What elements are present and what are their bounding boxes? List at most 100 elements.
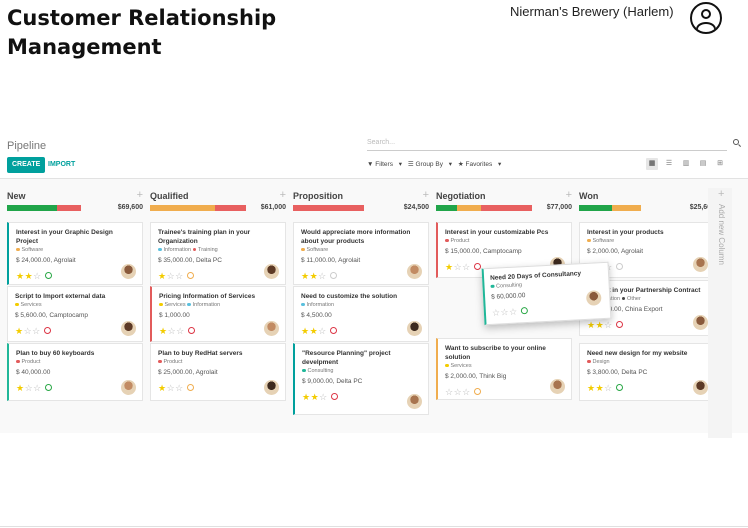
group-by-dropdown[interactable]: ☰ Group By ▾ xyxy=(408,161,452,168)
star-icon[interactable]: ★ xyxy=(587,383,596,393)
list-icon[interactable]: ☰ xyxy=(663,158,675,170)
avatar[interactable] xyxy=(264,321,279,336)
activity-icon[interactable] xyxy=(615,321,623,328)
progress-bar[interactable] xyxy=(436,205,532,211)
activity-icon[interactable] xyxy=(187,327,195,334)
activity-icon[interactable] xyxy=(473,388,481,395)
star-icon[interactable]: ☆ xyxy=(176,326,185,336)
activity-icon[interactable] xyxy=(43,327,51,334)
star-icon[interactable]: ★ xyxy=(158,271,167,281)
priority-stars[interactable]: ★★☆ xyxy=(587,320,613,330)
progress-segment[interactable] xyxy=(579,205,612,211)
create-button[interactable]: CREATE xyxy=(7,157,46,173)
favorites-dropdown[interactable]: ★ Favorites ▾ xyxy=(458,161,501,168)
progress-segment[interactable] xyxy=(457,205,482,211)
star-icon[interactable]: ☆ xyxy=(604,383,613,393)
star-icon[interactable]: ★ xyxy=(301,326,310,336)
priority-stars[interactable]: ★☆☆ xyxy=(445,262,471,272)
activity-icon[interactable] xyxy=(330,393,338,400)
star-icon[interactable]: ☆ xyxy=(319,392,328,402)
add-card-icon[interactable]: + xyxy=(423,189,429,201)
avatar[interactable] xyxy=(407,321,422,336)
star-icon[interactable]: ☆ xyxy=(318,326,327,336)
kanban-card[interactable]: Want to subscribe to your online solutio… xyxy=(436,338,572,400)
avatar[interactable] xyxy=(407,264,422,279)
avatar[interactable] xyxy=(121,264,136,279)
add-card-icon[interactable]: + xyxy=(280,189,286,201)
kanban-card[interactable]: Plan to buy RedHat servers Product $ 25,00… xyxy=(150,343,286,401)
kanban-card[interactable]: Need to customize the solution Informatio… xyxy=(293,286,429,342)
column-title[interactable]: New xyxy=(7,191,26,201)
priority-stars[interactable]: ★☆☆ xyxy=(158,271,184,281)
avatar[interactable] xyxy=(693,315,708,330)
star-icon[interactable]: ☆ xyxy=(168,326,177,336)
import-button[interactable]: IMPORT xyxy=(46,157,77,173)
activity-icon[interactable] xyxy=(615,384,623,391)
kanban-card[interactable]: "Resource Planning" project develpment Co… xyxy=(293,343,429,415)
star-icon[interactable]: ☆ xyxy=(454,262,463,272)
priority-stars[interactable]: ★★☆ xyxy=(587,383,613,393)
kanban-card[interactable]: Pricing Information of Services Services … xyxy=(150,286,286,342)
priority-stars[interactable]: ★★☆ xyxy=(302,392,328,402)
kanban-card[interactable]: Trainee's training plan in your Organiza… xyxy=(150,222,286,285)
progress-bar[interactable] xyxy=(293,205,365,211)
priority-stars[interactable]: ★☆☆ xyxy=(159,326,185,336)
star-icon[interactable]: ☆ xyxy=(24,326,33,336)
star-icon[interactable]: ★ xyxy=(302,392,311,402)
avatar[interactable] xyxy=(693,257,708,272)
progress-segment[interactable] xyxy=(436,205,458,211)
star-icon[interactable]: ★ xyxy=(587,320,596,330)
activity-icon[interactable] xyxy=(186,272,194,279)
calendar-icon[interactable]: ▤ xyxy=(697,158,709,170)
activity-icon[interactable] xyxy=(615,263,623,270)
priority-stars[interactable]: ★☆☆ xyxy=(15,326,41,336)
progress-segment[interactable] xyxy=(7,205,57,211)
star-icon[interactable]: ☆ xyxy=(445,387,454,397)
pivot-icon[interactable]: ⊞ xyxy=(714,158,726,170)
progress-segment[interactable] xyxy=(56,205,81,211)
star-icon[interactable]: ★ xyxy=(158,383,167,393)
priority-stars[interactable]: ☆☆☆ xyxy=(492,307,518,318)
filters-dropdown[interactable]: ▼ Filters ▾ xyxy=(367,161,402,168)
star-icon[interactable]: ★ xyxy=(596,320,605,330)
search-input[interactable]: Search... xyxy=(367,137,727,151)
star-icon[interactable]: ★ xyxy=(16,383,25,393)
column-title[interactable]: Negotiation xyxy=(436,191,486,201)
activity-icon[interactable] xyxy=(329,327,337,334)
avatar[interactable] xyxy=(121,380,136,395)
user-avatar-icon[interactable] xyxy=(690,2,722,34)
star-icon[interactable]: ★ xyxy=(596,383,605,393)
progress-bar[interactable] xyxy=(579,205,642,211)
star-icon[interactable]: ☆ xyxy=(33,271,42,281)
star-icon[interactable]: ☆ xyxy=(32,326,41,336)
star-icon[interactable]: ☆ xyxy=(175,383,184,393)
star-icon[interactable]: ★ xyxy=(301,271,310,281)
star-icon[interactable]: ☆ xyxy=(175,271,184,281)
star-icon[interactable]: ☆ xyxy=(509,307,518,317)
activity-icon[interactable] xyxy=(186,384,194,391)
dragged-card[interactable]: Need 20 Days of Consultancy Consulting $ 6… xyxy=(481,261,612,326)
progress-segment[interactable] xyxy=(293,205,365,211)
add-card-icon[interactable]: + xyxy=(566,189,572,201)
progress-segment[interactable] xyxy=(215,205,246,211)
activity-icon[interactable] xyxy=(473,263,481,270)
star-icon[interactable]: ☆ xyxy=(454,387,463,397)
avatar[interactable] xyxy=(264,264,279,279)
star-icon[interactable]: ★ xyxy=(16,271,25,281)
priority-stars[interactable]: ☆☆☆ xyxy=(445,387,471,397)
kanban-card[interactable]: Interest in your Graphic Design Project S… xyxy=(7,222,143,285)
priority-stars[interactable]: ★★☆ xyxy=(301,326,327,336)
activity-icon[interactable] xyxy=(44,384,52,391)
activity-icon[interactable] xyxy=(329,272,337,279)
progress-bar[interactable] xyxy=(150,205,246,211)
star-icon[interactable]: ★ xyxy=(310,326,319,336)
activity-icon[interactable] xyxy=(520,307,528,315)
star-icon[interactable]: ☆ xyxy=(604,320,613,330)
kanban-card[interactable]: Script to Import external data Services $ … xyxy=(7,286,143,342)
star-icon[interactable]: ★ xyxy=(445,262,454,272)
breadcrumb[interactable]: Pipeline xyxy=(7,140,46,152)
priority-stars[interactable]: ★★☆ xyxy=(301,271,327,281)
graph-icon[interactable]: ▥ xyxy=(680,158,692,170)
progress-segment[interactable] xyxy=(150,205,216,211)
star-icon[interactable]: ★ xyxy=(15,326,24,336)
